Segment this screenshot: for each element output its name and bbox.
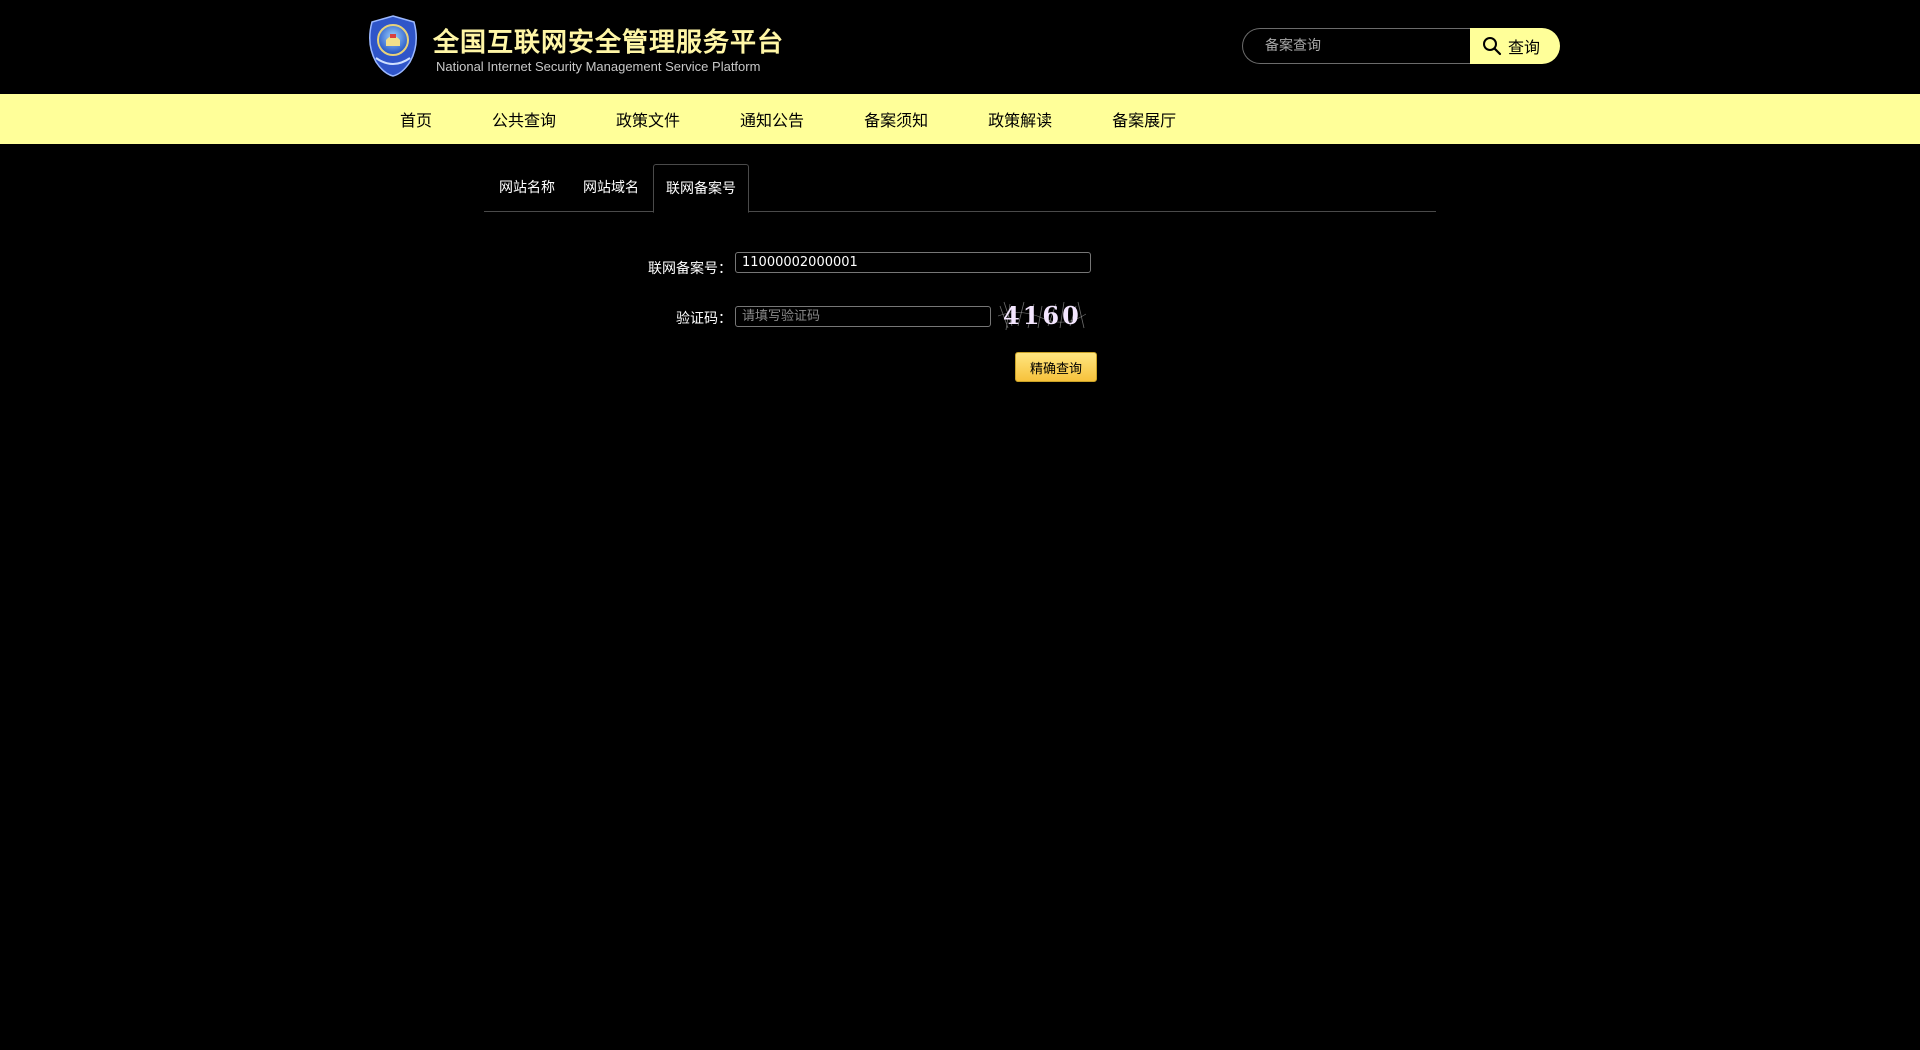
search-button[interactable]: 查询 bbox=[1470, 28, 1560, 64]
captcha-label: 验证码： bbox=[676, 311, 732, 327]
nav-item-policy-docs[interactable]: 政策文件 bbox=[616, 107, 680, 131]
search-button-label: 查询 bbox=[1508, 38, 1541, 57]
nav-item-public-query[interactable]: 公共查询 bbox=[492, 107, 556, 131]
nav-item-policy-interpretation[interactable]: 政策解读 bbox=[988, 107, 1052, 131]
nav-item-filing-showroom[interactable]: 备案展厅 bbox=[1112, 107, 1176, 131]
captcha-input[interactable] bbox=[735, 306, 991, 327]
site-title: 全国互联网安全管理服务平台 bbox=[433, 28, 785, 58]
site-header: 全国互联网安全管理服务平台 National Internet Security… bbox=[0, 0, 1920, 94]
header-search: 查询 bbox=[1242, 28, 1560, 64]
nav-item-filing-guide[interactable]: 备案须知 bbox=[864, 107, 928, 131]
captcha-image[interactable]: 4160 bbox=[998, 298, 1086, 332]
filing-number-label: 联网备案号： bbox=[648, 261, 732, 277]
nav-item-home[interactable]: 首页 bbox=[400, 107, 432, 131]
search-input[interactable] bbox=[1242, 28, 1472, 64]
tab-website-domain[interactable]: 网站域名 bbox=[574, 164, 648, 212]
captcha-text: 4160 bbox=[1003, 301, 1082, 330]
tab-filing-number[interactable]: 联网备案号 bbox=[653, 164, 749, 213]
nav-item-notices[interactable]: 通知公告 bbox=[740, 107, 804, 131]
site-subtitle: National Internet Security Management Se… bbox=[436, 59, 761, 74]
query-tabs: 网站名称 网站域名 联网备案号 bbox=[484, 164, 1436, 213]
main-nav: 首页 公共查询 政策文件 通知公告 备案须知 政策解读 备案展厅 bbox=[0, 94, 1920, 144]
tab-website-name[interactable]: 网站名称 bbox=[490, 164, 564, 212]
filing-number-input[interactable] bbox=[735, 252, 1091, 273]
police-emblem-icon[interactable] bbox=[364, 14, 422, 78]
search-icon bbox=[1483, 37, 1502, 56]
exact-query-button[interactable]: 精确查询 bbox=[1015, 352, 1097, 382]
